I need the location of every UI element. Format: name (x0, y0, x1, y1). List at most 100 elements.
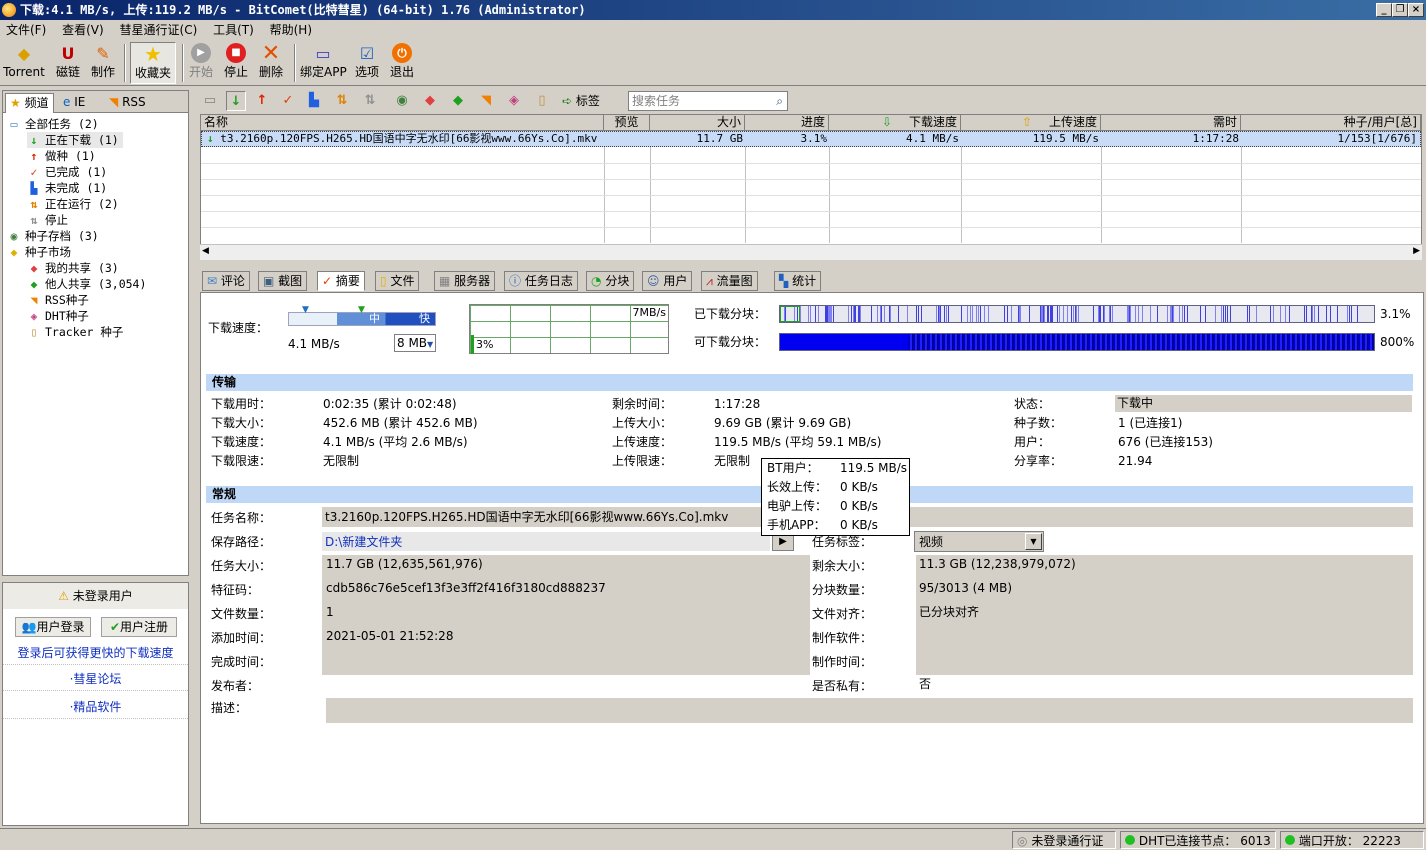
make-torrent-button[interactable]: ✎ 制作 (88, 42, 118, 84)
tree-archive[interactable]: ◉ 种子存档 (3) (7, 228, 99, 244)
tracker-filter-icon[interactable]: ▯ (532, 91, 552, 111)
tab-rss[interactable]: ◥ RSS (105, 93, 150, 113)
col-peers[interactable]: 种子/用户[总] (1241, 115, 1421, 131)
col-upload-speed[interactable]: ⇧ 上传速度 (961, 115, 1101, 131)
tree-all-tasks[interactable]: ▭ 全部任务 (2) (7, 116, 99, 132)
register-button[interactable]: ✔用户注册 (101, 617, 177, 637)
menu-tools[interactable]: 工具(T) (207, 20, 260, 40)
tab-summary[interactable]: ✓ 摘要 (317, 271, 365, 291)
my-share-filter-icon[interactable]: ◆ (420, 91, 440, 111)
tab-statistics[interactable]: ▚ 统计 (774, 271, 822, 291)
limit-marker-icon[interactable]: ▼ (358, 305, 365, 315)
col-download-speed[interactable]: ⇩ 下载速度 (829, 115, 961, 131)
tab-ie[interactable]: e IE (59, 93, 89, 113)
save-path-field[interactable]: D:\新建文件夹 (322, 532, 770, 551)
passport-status[interactable]: ◎ 未登录通行证 (1012, 831, 1116, 849)
delete-button[interactable]: ✕ 删除 (256, 41, 286, 84)
filter-seeding-icon[interactable]: ↑ (252, 91, 272, 111)
dht-status[interactable]: DHT已连接节点： 6013 (1120, 831, 1276, 849)
forum-link[interactable]: ·彗星论坛 (3, 667, 188, 691)
scroll-right-icon[interactable]: ▶ (1413, 246, 1420, 256)
tree-dht-seeds-label: DHT种子 (45, 309, 89, 323)
software-link[interactable]: ·精品软件 (3, 695, 188, 719)
filter-stopped-icon[interactable]: ⇅ (360, 91, 380, 111)
minimize-button[interactable]: _ (1376, 3, 1392, 17)
piece-mark (1289, 306, 1290, 322)
task-tag-select[interactable]: 视频 ▼ (914, 531, 1044, 552)
tree-running[interactable]: ⇅ 正在运行 (2) (27, 196, 119, 212)
login-button[interactable]: 👥用户登录 (15, 617, 91, 637)
search-input[interactable]: 搜索任务 ⌕ (628, 91, 788, 111)
tree-my-share[interactable]: ◆ 我的共享 (3) (27, 260, 119, 276)
tab-comments[interactable]: ✉ 评论 (202, 271, 250, 291)
tab-channel[interactable]: ★ 频道 (5, 93, 54, 113)
col-size[interactable]: 大小 (650, 115, 745, 131)
scroll-left-icon[interactable]: ◀ (202, 246, 209, 256)
task-name: t3.2160p.120FPS.H265.HD国语中字无水印[66影视www.6… (220, 132, 598, 145)
dl-limit-value[interactable]: 无限制 (323, 453, 359, 469)
task-list-hscrollbar[interactable]: ◀ ▶ (200, 244, 1422, 260)
tab-pieces[interactable]: ◔ 分块 (586, 271, 635, 291)
tab-traffic-graph-label: 流量图 (716, 274, 753, 288)
tree-seeding[interactable]: ↑ 做种 (1) (27, 148, 96, 164)
tags-button[interactable]: ➪ 标签 (562, 91, 600, 111)
tab-peers[interactable]: ☺ 用户 (642, 271, 693, 291)
col-progress[interactable]: 进度 (745, 115, 829, 131)
tree-others-share[interactable]: ◆ 他人共享 (3,054) (27, 276, 147, 292)
current-speed-marker-icon[interactable]: ▼ (302, 305, 309, 315)
bitcomet-app-icon[interactable] (2, 3, 16, 17)
tree-rss-seeds[interactable]: ◥ RSS种子 (27, 292, 89, 308)
tab-screenshots[interactable]: ▣ 截图 (258, 271, 308, 291)
filter-running-icon[interactable]: ⇅ (332, 91, 352, 111)
magnet-button[interactable]: U 磁链 (54, 42, 82, 84)
stop-button[interactable]: ■ 停止 (222, 42, 250, 84)
tree-completed[interactable]: ✓ 已完成 (1) (27, 164, 108, 180)
start-button[interactable]: ▶ 开始 (188, 42, 214, 84)
tab-servers[interactable]: ▦ 服务器 (434, 271, 496, 291)
piece-mark (1100, 306, 1101, 322)
filter-downloading-icon[interactable]: ↓ (226, 91, 246, 111)
others-share-filter-icon[interactable]: ◆ (448, 91, 468, 111)
close-button[interactable]: × (1408, 3, 1424, 17)
filter-completed-icon[interactable]: ✓ (278, 91, 298, 111)
bind-app-button[interactable]: ▭ 绑定APP (300, 42, 347, 84)
all-tasks-icon[interactable]: ▭ (200, 91, 220, 111)
col-name[interactable]: 名称 (201, 115, 604, 131)
open-torrent-button[interactable]: ◆ Torrent (2, 42, 46, 84)
table-row[interactable]: ↓ t3.2160p.120FPS.H265.HD国语中字无水印[66影视www… (201, 131, 1421, 147)
menu-passport[interactable]: 彗星通行证(C) (114, 20, 204, 40)
tree-incomplete[interactable]: ▙ 未完成 (1) (27, 180, 108, 196)
ul-limit-value[interactable]: 无限制 (714, 453, 750, 469)
favorites-button[interactable]: ★ 收藏夹 (130, 42, 176, 84)
col-eta[interactable]: 需时 (1101, 115, 1241, 131)
tree-stopped[interactable]: ⇅ 停止 (27, 212, 68, 228)
tree-downloading[interactable]: ↓ 正在下载 (1) (27, 132, 123, 148)
rss-filter-icon[interactable]: ◥ (476, 91, 496, 111)
row-divider (201, 227, 1421, 228)
tab-files[interactable]: ▯ 文件 (375, 271, 420, 291)
tab-task-log[interactable]: ⓘ 任务日志 (504, 271, 578, 291)
tree-tracker-seeds[interactable]: ▯ Tracker 种子 (27, 324, 124, 340)
piece-mark (1351, 306, 1352, 322)
menu-view[interactable]: 查看(V) (56, 20, 110, 40)
task-size-value: 11.7 GB (12,635,561,976) (326, 557, 483, 571)
menu-help[interactable]: 帮助(H) (264, 20, 318, 40)
favorites-label: 收藏夹 (134, 66, 171, 80)
dht-filter-icon[interactable]: ◈ (504, 91, 524, 111)
options-button[interactable]: ☑ 选项 (352, 42, 382, 84)
menu-file[interactable]: 文件(F) (0, 20, 52, 40)
archive-filter-icon[interactable]: ◉ (392, 91, 412, 111)
exit-button[interactable]: ⏻ 退出 (388, 42, 416, 84)
tab-traffic-graph[interactable]: ⩘ 流量图 (701, 271, 758, 291)
tree-market[interactable]: ◆ 种子市场 (7, 244, 71, 260)
faster-download-link[interactable]: 登录后可获得更快的下载速度 (3, 641, 188, 665)
tree-dht-seeds[interactable]: ◈ DHT种子 (27, 308, 89, 324)
ratio-label: 分享率： (1014, 454, 1063, 468)
piece-mark (1187, 306, 1188, 322)
filter-incomplete-icon[interactable]: ▙ (304, 91, 324, 111)
port-status[interactable]: 端口开放： 22223 (1280, 831, 1424, 849)
col-preview[interactable]: 预览 (604, 115, 650, 131)
speed-limit-select[interactable]: 8 MB▼ (394, 334, 436, 352)
up-arrow-icon: ⇧ (1022, 115, 1033, 129)
restore-button[interactable]: ❐ (1392, 3, 1408, 17)
